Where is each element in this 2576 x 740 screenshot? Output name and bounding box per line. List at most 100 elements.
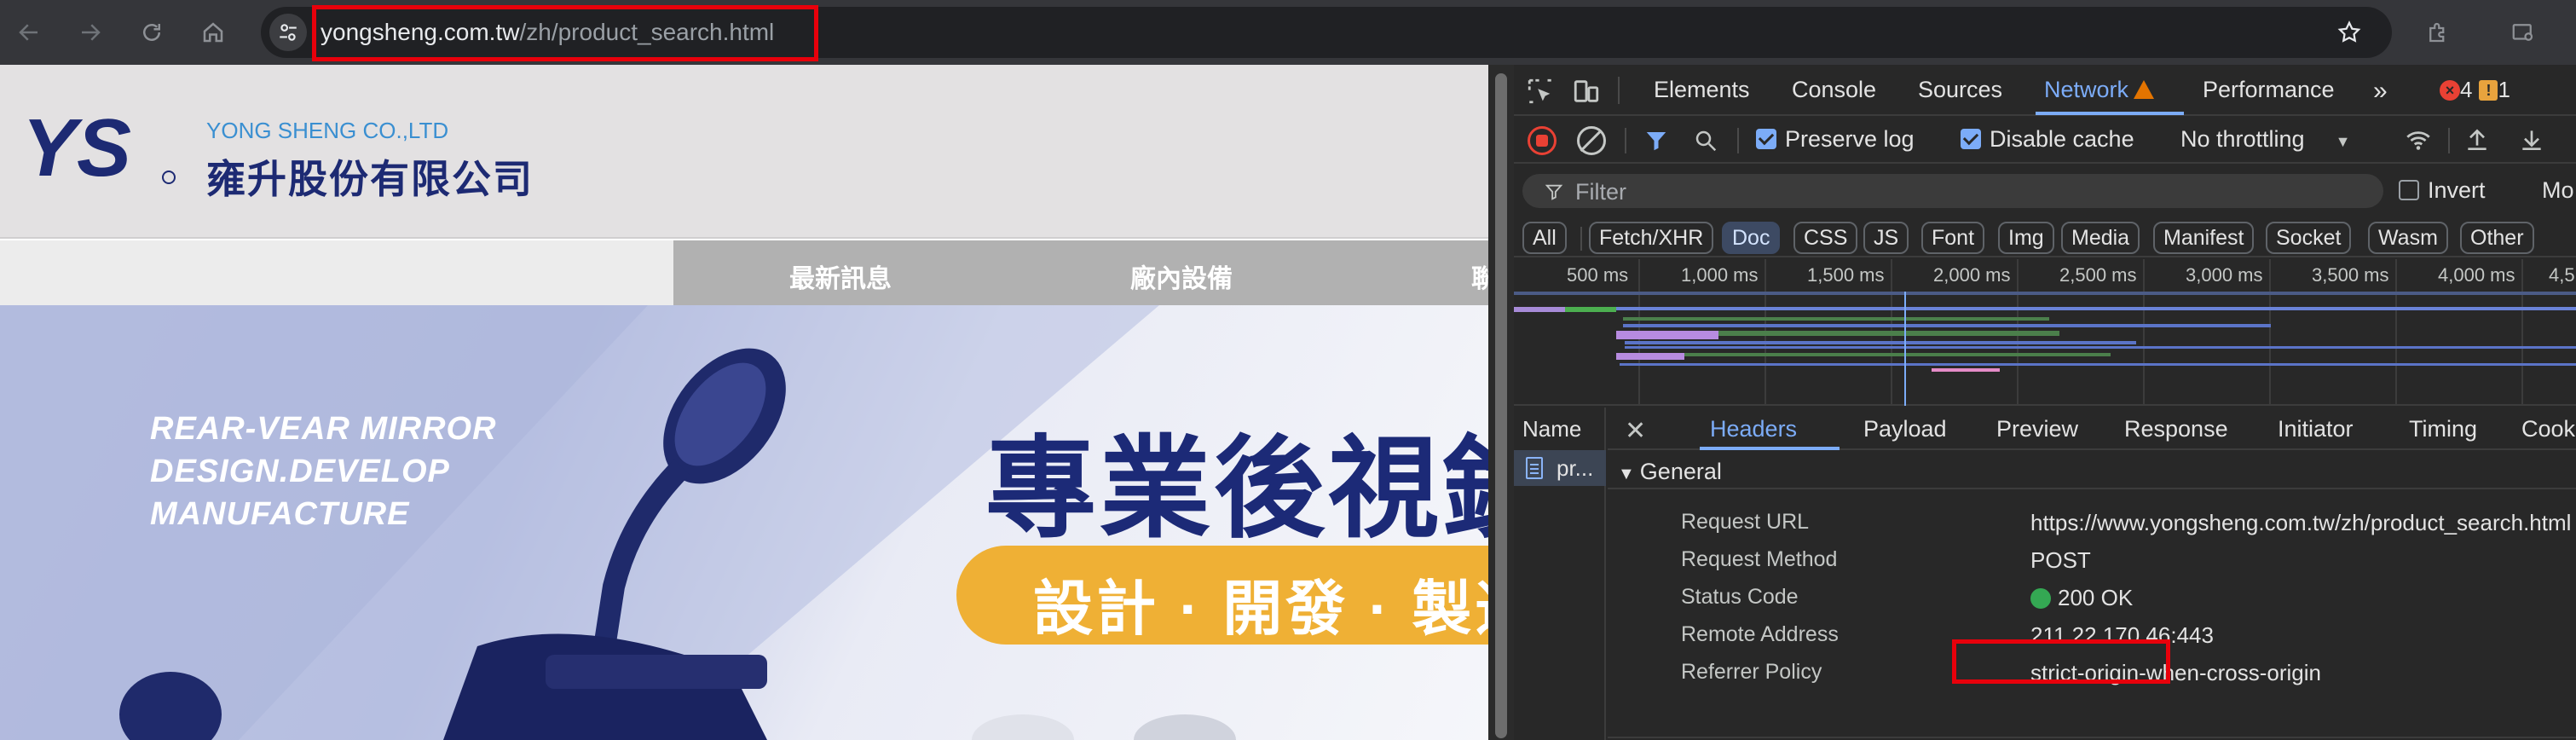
detail-tab-response[interactable]: Response (2124, 416, 2228, 442)
tab-console[interactable]: Console (1792, 77, 1876, 103)
splitter-handle[interactable] (1495, 73, 1507, 738)
window-search-icon (2512, 24, 2533, 41)
star-icon (2337, 20, 2361, 43)
waterfall-bars (1514, 292, 2576, 406)
request-url-value: https://www.yongsheng.com.tw/zh/product_… (2030, 510, 2572, 535)
hero-tagline: REAR-VEAR MIRROR DESIGN.DEVELOP MANUFACT… (150, 408, 497, 535)
timeline-tick-label: 2,000 ms (1933, 264, 2011, 286)
nav-link-news[interactable]: 最新訊息 (789, 257, 892, 295)
timeline-tick-label: 4,5 (2549, 264, 2575, 286)
forward-button[interactable] (73, 15, 107, 49)
web-page: YS YONG SHENG CO.,LTD 雍升股份有限公司 最新訊息 廠內設備… (0, 65, 1488, 740)
type-filter-socket[interactable]: Socket (2266, 222, 2352, 254)
invert-label: Invert (2428, 177, 2486, 203)
export-har-icon[interactable] (2518, 126, 2545, 153)
status-code-key: Status Code (1681, 585, 1799, 609)
throttling-select[interactable]: No throttling ▼ (2180, 126, 2350, 153)
detail-tab-preview[interactable]: Preview (1996, 416, 2078, 442)
puzzle-icon (2429, 22, 2445, 43)
invert-checkbox[interactable]: Invert (2399, 177, 2486, 204)
inspect-element-icon[interactable] (1526, 77, 1555, 106)
network-toolbar: Preserve log Disable cache No throttling… (1514, 118, 2576, 164)
device-toolbar-icon[interactable] (1572, 77, 1601, 106)
nav-link-equipment[interactable]: 廠內設備 (1130, 257, 1233, 295)
filter-funnel-icon[interactable] (1643, 128, 1669, 153)
arrow-left-icon (19, 24, 38, 41)
issues-counter[interactable]: × 4! 1 (2440, 77, 2510, 103)
extensions-button[interactable] (2421, 15, 2455, 49)
request-row[interactable]: pr... (1514, 450, 1606, 486)
type-filter-manifest[interactable]: Manifest (2153, 222, 2255, 254)
request-name: pr... (1557, 455, 1594, 481)
home-button[interactable] (196, 15, 230, 49)
detail-tab-cookies[interactable]: Cookies (2521, 416, 2576, 442)
type-filter-doc[interactable]: Doc (1722, 222, 1781, 254)
remote-address-key: Remote Address (1681, 622, 1839, 646)
logo-mark-text: YS (22, 109, 131, 186)
type-filter-font[interactable]: Font (1921, 222, 1985, 254)
hero-subtitle: 設計 · 開發 · 製造 (1033, 575, 1488, 642)
type-filter-all[interactable]: All (1522, 222, 1567, 254)
filter-placeholder: Filter (1575, 179, 1626, 205)
tab-search-button[interactable] (2506, 15, 2540, 49)
throttling-value: No throttling (2180, 126, 2305, 152)
tab-active-indicator (2036, 112, 2184, 115)
type-filter-media[interactable]: Media (2061, 222, 2140, 254)
checkbox-checked[interactable] (1756, 129, 1776, 149)
tab-network[interactable]: Network (2044, 77, 2155, 103)
stop-recording-button[interactable] (1528, 126, 1557, 155)
more-filters-label[interactable]: Mo (2542, 177, 2574, 204)
disable-cache-checkbox[interactable]: Disable cache (1961, 126, 2134, 153)
request-list: Name pr... (1514, 408, 1606, 740)
import-har-icon[interactable] (2463, 126, 2491, 153)
warning-icon (2134, 80, 2155, 99)
detail-tab-timing[interactable]: Timing (2409, 416, 2477, 442)
devtools-splitter[interactable] (1488, 65, 1514, 740)
preserve-log-checkbox[interactable]: Preserve log (1756, 126, 1915, 153)
clear-button[interactable] (1577, 126, 1606, 155)
filter-input[interactable]: Filter (1522, 174, 2383, 208)
timeline-tick-label: 1,500 ms (1807, 264, 1885, 286)
type-filter-other[interactable]: Other (2460, 222, 2534, 254)
detail-tab-active-indicator (1700, 447, 1840, 450)
site-header: YS YONG SHENG CO.,LTD 雍升股份有限公司 (0, 65, 1488, 239)
back-button[interactable] (12, 15, 46, 49)
type-filter-img[interactable]: Img (1998, 222, 2054, 254)
checkbox-checked[interactable] (1961, 129, 1981, 149)
tab-performance[interactable]: Performance (2203, 77, 2335, 103)
more-tabs-chevron-icon[interactable]: » (2373, 77, 2388, 106)
timeline-tick-label: 3,000 ms (2186, 264, 2263, 286)
document-icon (1526, 457, 1543, 479)
site-nav-bar: 最新訊息 廠內設備 聯 (673, 240, 1488, 305)
network-overview-timeline[interactable]: 500 ms 1,000 ms 1,500 ms 2,000 ms 2,500 … (1514, 259, 2576, 406)
search-icon[interactable] (1693, 128, 1718, 153)
general-section-header[interactable]: ▼ General (1608, 452, 2576, 489)
reload-button[interactable] (135, 15, 169, 49)
detail-tab-headers[interactable]: Headers (1710, 416, 1797, 442)
browser-toolbar: yongsheng.com.tw/zh/product_search.html (0, 0, 2576, 65)
timeline-tick-label: 500 ms (1567, 264, 1629, 286)
remote-address-highlight-box (1952, 639, 2170, 684)
close-icon[interactable]: ✕ (1625, 416, 1646, 446)
site-info-button[interactable] (269, 14, 307, 51)
type-filter-css[interactable]: CSS (1793, 222, 1858, 254)
type-filter-fetch-xhr[interactable]: Fetch/XHR (1589, 222, 1714, 254)
tab-elements[interactable]: Elements (1654, 77, 1750, 103)
detail-tab-payload[interactable]: Payload (1863, 416, 1947, 442)
type-filter-js[interactable]: JS (1863, 222, 1909, 254)
bookmark-button[interactable] (2332, 15, 2366, 49)
referrer-policy-key: Referrer Policy (1681, 660, 1822, 684)
devtools-tab-bar: Elements Console Sources Network Perform… (1514, 65, 2576, 116)
toolbar-separator (1737, 128, 1739, 153)
type-filter-wasm[interactable]: Wasm (2368, 222, 2448, 254)
hero-tagline-line: REAR-VEAR MIRROR (150, 411, 497, 447)
name-column-header[interactable]: Name (1522, 416, 1581, 442)
detail-tab-initiator[interactable]: Initiator (2278, 416, 2354, 442)
checkbox-unchecked[interactable] (2399, 180, 2419, 200)
nav-link-contact[interactable]: 聯 (1471, 257, 1488, 295)
tab-sources[interactable]: Sources (1918, 77, 2002, 103)
general-section-label: ▼ General (1618, 459, 1722, 485)
network-conditions-icon[interactable] (2404, 126, 2433, 155)
company-logo[interactable]: YS (22, 109, 176, 186)
request-method-value: POST (2030, 547, 2091, 573)
